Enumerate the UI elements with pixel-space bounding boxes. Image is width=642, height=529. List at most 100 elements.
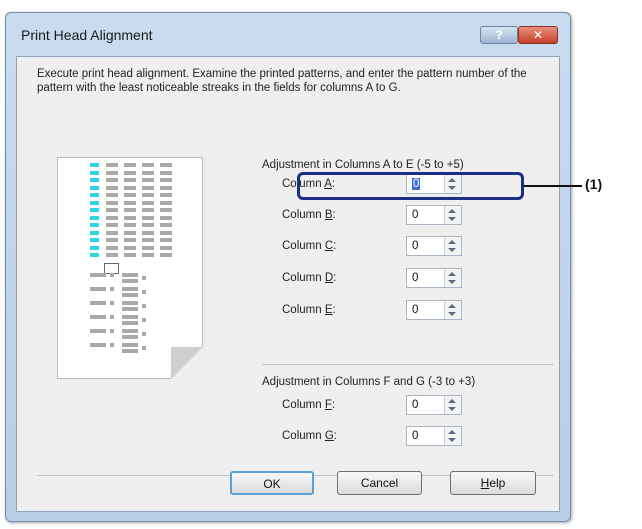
instructions-text: Execute print head alignment. Examine th… — [37, 68, 527, 94]
pattern-mark — [110, 343, 114, 347]
column-c-row: Column C: 0 — [282, 236, 522, 258]
pattern-mark — [142, 253, 154, 257]
ok-button[interactable]: OK — [230, 471, 314, 495]
spin-arrows-icon[interactable] — [444, 427, 461, 445]
pattern-mark — [106, 185, 118, 190]
pattern-mark — [122, 329, 138, 333]
pattern-mark — [106, 208, 118, 212]
spin-arrows-icon[interactable] — [444, 269, 461, 287]
column-d-spinbox[interactable]: 0 — [406, 268, 462, 288]
pattern-mark — [124, 245, 136, 250]
pattern-mark — [160, 223, 172, 227]
pattern-mark — [124, 230, 136, 235]
pattern-mark — [124, 170, 136, 175]
pattern-mark — [124, 223, 136, 227]
pattern-mark — [160, 230, 172, 235]
pattern-mark — [122, 279, 138, 283]
pattern-mark — [142, 245, 154, 250]
close-icon[interactable]: ✕ — [518, 26, 558, 44]
spin-arrows-icon[interactable] — [444, 301, 461, 319]
group-label-a-to-e: Adjustment in Columns A to E (-5 to +5) — [262, 159, 464, 171]
pattern-mark — [142, 215, 154, 220]
column-c-spinbox[interactable]: 0 — [406, 236, 462, 256]
help-icon[interactable]: ? — [480, 26, 518, 44]
spin-arrows-icon[interactable] — [444, 206, 461, 224]
column-g-label: Column G: — [282, 430, 337, 442]
pattern-mark — [160, 200, 172, 205]
pattern-mark — [106, 170, 118, 175]
spin-arrows-icon[interactable] — [444, 396, 461, 414]
pattern-mark — [122, 307, 138, 311]
pattern-mark — [90, 200, 99, 205]
spin-arrows-icon[interactable] — [444, 237, 461, 255]
pattern-mark — [110, 273, 114, 277]
pattern-mark — [90, 208, 99, 212]
column-f-spinbox[interactable]: 0 — [406, 395, 462, 415]
pattern-mark — [106, 193, 118, 197]
help-button[interactable]: Help — [450, 471, 536, 495]
column-c-value[interactable]: 0 — [412, 240, 418, 252]
pattern-mark — [106, 238, 118, 242]
pattern-mark — [160, 178, 172, 182]
pattern-mark — [124, 185, 136, 190]
pattern-mark — [122, 287, 138, 291]
pattern-mark — [110, 287, 114, 291]
pattern-mark — [90, 185, 99, 190]
pattern-mark — [90, 230, 99, 235]
pattern-mark — [110, 329, 114, 333]
column-e-value[interactable]: 0 — [412, 304, 418, 316]
pattern-mark — [160, 185, 172, 190]
pattern-mark — [124, 200, 136, 205]
column-b-value[interactable]: 0 — [412, 209, 418, 221]
column-f-label: Column F: — [282, 399, 336, 411]
pattern-mark — [122, 321, 138, 325]
pattern-mark — [90, 343, 106, 347]
pattern-mark — [90, 215, 99, 220]
pattern-mark — [142, 304, 146, 308]
callout-label: (1) — [585, 176, 603, 192]
pattern-mark — [142, 163, 154, 167]
column-e-row: Column E: 0 — [282, 300, 522, 322]
column-f-value[interactable]: 0 — [412, 399, 418, 411]
pattern-mark — [106, 230, 118, 235]
pattern-mark — [160, 245, 172, 250]
pattern-mark — [160, 193, 172, 197]
pattern-mark — [124, 163, 136, 167]
callout-highlight-box — [297, 172, 524, 200]
pattern-mark — [106, 245, 118, 250]
pattern-mark — [90, 170, 99, 175]
pattern-mark — [90, 315, 106, 319]
column-c-label: Column C: — [282, 240, 337, 252]
pattern-mark — [160, 253, 172, 257]
title-bar: Print Head Alignment ? ✕ — [6, 13, 570, 57]
pattern-mark — [142, 193, 154, 197]
pattern-mark — [142, 223, 154, 227]
pattern-mark — [90, 329, 106, 333]
pattern-mark — [142, 208, 154, 212]
pattern-mark — [122, 315, 138, 319]
pattern-mark — [142, 170, 154, 175]
pattern-mark — [122, 343, 138, 347]
pattern-mark — [106, 178, 118, 182]
pattern-mark — [160, 215, 172, 220]
cancel-button[interactable]: Cancel — [337, 471, 422, 495]
column-g-value[interactable]: 0 — [412, 430, 418, 442]
pattern-mark — [160, 170, 172, 175]
column-g-spinbox[interactable]: 0 — [406, 426, 462, 446]
pattern-mark — [124, 215, 136, 220]
pattern-mark — [90, 193, 99, 197]
column-e-spinbox[interactable]: 0 — [406, 300, 462, 320]
column-b-spinbox[interactable]: 0 — [406, 205, 462, 225]
column-d-label: Column D: — [282, 272, 337, 284]
pattern-mark — [90, 245, 99, 250]
pattern-mark — [124, 253, 136, 257]
page-fold-corner — [171, 347, 203, 379]
pattern-mark — [90, 273, 106, 277]
pattern-mark — [160, 208, 172, 212]
pattern-mark — [106, 215, 118, 220]
pattern-mark — [90, 163, 99, 167]
pattern-mark — [124, 238, 136, 242]
pattern-mark — [110, 315, 114, 319]
column-d-value[interactable]: 0 — [412, 272, 418, 284]
column-d-row: Column D: 0 — [282, 268, 522, 290]
